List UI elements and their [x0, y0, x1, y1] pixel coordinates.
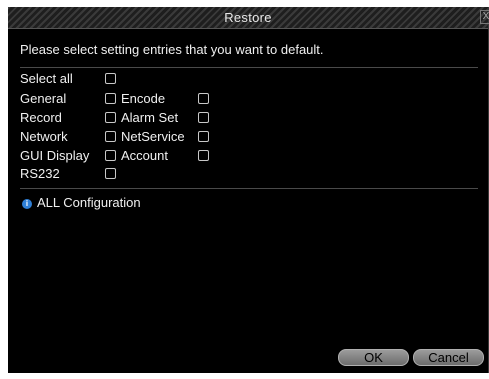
select-all-label: Select all [20, 71, 73, 86]
gui-display-label: GUI Display [20, 148, 90, 163]
encode-checkbox[interactable] [198, 93, 209, 104]
alarm-set-label: Alarm Set [121, 110, 179, 125]
encode-label: Encode [121, 91, 166, 106]
general-checkbox[interactable] [105, 93, 116, 104]
instruction-text: Please select setting entries that you w… [20, 42, 324, 57]
netservice-label: NetService [121, 129, 185, 144]
rs232-checkbox[interactable] [105, 168, 116, 179]
restore-dialog: Restore X Please select setting entries … [8, 7, 489, 373]
gui-display-checkbox[interactable] [105, 150, 116, 161]
alarm-set-checkbox[interactable] [198, 112, 209, 123]
account-checkbox[interactable] [198, 150, 209, 161]
network-checkbox[interactable] [105, 131, 116, 142]
record-label: Record [20, 110, 62, 125]
record-checkbox[interactable] [105, 112, 116, 123]
info-text: ALL Configuration [37, 195, 141, 210]
title-bar: Restore X [8, 7, 489, 29]
close-button[interactable]: X [480, 10, 489, 24]
select-all-checkbox[interactable] [105, 73, 116, 84]
info-icon: i [22, 199, 32, 209]
rs232-label: RS232 [20, 166, 60, 181]
top-divider [20, 67, 478, 68]
general-label: General [20, 91, 67, 106]
cancel-button[interactable]: Cancel [413, 349, 484, 366]
dialog-title: Restore [224, 10, 272, 25]
network-label: Network [20, 129, 68, 144]
ok-button[interactable]: OK [338, 349, 409, 366]
middle-divider [20, 188, 478, 189]
account-label: Account [121, 148, 168, 163]
netservice-checkbox[interactable] [198, 131, 209, 142]
